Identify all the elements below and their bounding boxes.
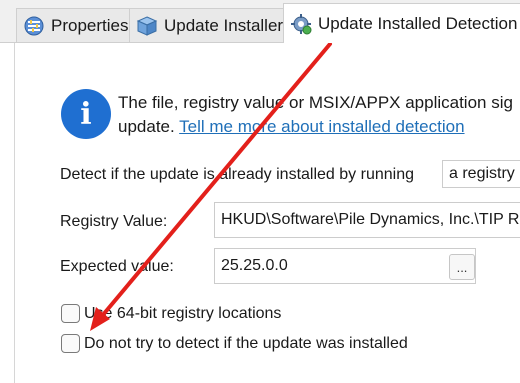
expected-value-input[interactable]: 25.25.0.0	[214, 248, 476, 284]
info-line-2-prefix: update.	[118, 117, 180, 136]
registry-value-text: HKUD\Software\Pile Dynamics, Inc.\TIP R	[221, 211, 520, 228]
expected-value-text: 25.25.0.0	[221, 257, 288, 274]
detection-method-select[interactable]: a registry	[442, 160, 520, 188]
info-line-2: update. Tell me more about installed det…	[118, 115, 520, 139]
registry-value-label: Registry Value:	[60, 213, 168, 230]
tab-update-installer[interactable]: Update Installer	[129, 8, 293, 42]
installed-detection-help-link[interactable]: Tell me more about installed detection	[179, 117, 464, 136]
package-icon	[136, 15, 158, 36]
info-message: The file, registry value or MSIX/APPX ap…	[118, 91, 520, 139]
tab-properties[interactable]: Properties	[16, 8, 138, 42]
tab-update-installed-detection[interactable]: Update Installed Detection	[283, 3, 520, 43]
tab-update-installed-detection-label: Update Installed Detection	[318, 13, 518, 33]
tab-strip: Properties Update Installer Update Insta…	[0, 0, 520, 43]
info-icon: i	[61, 89, 111, 139]
use-64bit-label[interactable]: Use 64-bit registry locations	[84, 305, 281, 323]
info-line-1: The file, registry value or MSIX/APPX ap…	[118, 93, 513, 112]
use-64bit-checkbox[interactable]	[61, 304, 80, 323]
detection-method-label: Detect if the update is already installe…	[60, 166, 414, 183]
tab-properties-label: Properties	[51, 15, 129, 35]
expected-value-label: Expected value:	[60, 258, 174, 275]
gear-icon	[291, 13, 312, 34]
no-detect-label[interactable]: Do not try to detect if the update was i…	[84, 335, 408, 353]
properties-icon	[24, 16, 44, 35]
tab-update-installer-label: Update Installer	[164, 15, 284, 35]
detection-method-value: a registry	[449, 165, 515, 182]
registry-value-input[interactable]: HKUD\Software\Pile Dynamics, Inc.\TIP R	[214, 202, 520, 238]
browse-button[interactable]: ...	[449, 254, 475, 280]
no-detect-checkbox[interactable]	[61, 334, 80, 353]
